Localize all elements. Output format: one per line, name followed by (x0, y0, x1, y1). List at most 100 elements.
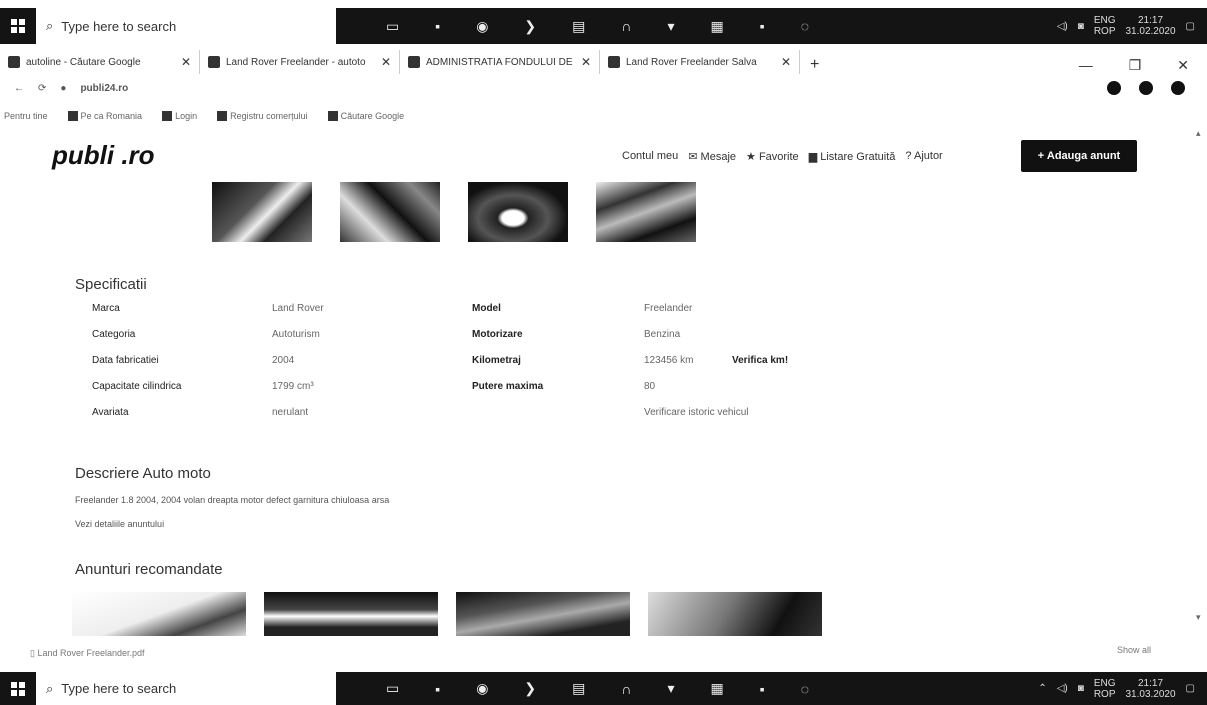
spec-label: Avariata (92, 407, 129, 418)
spec-label: Data fabricatiei (92, 355, 159, 366)
tab-3[interactable]: ADMINISTRATIA FONDULUI DE ✕ (400, 50, 600, 74)
recommended-item[interactable] (264, 592, 438, 636)
clock[interactable]: 21:17 31.03.2020 (1125, 678, 1175, 700)
start-button[interactable] (0, 672, 36, 705)
close-icon[interactable]: ✕ (581, 55, 591, 69)
nav-free-listing[interactable]: ▆ Listare Gratuită (809, 150, 896, 163)
tab-2[interactable]: Land Rover Freelander - autoto ✕ (200, 50, 400, 74)
calculator-icon[interactable]: ▦ (710, 18, 723, 35)
show-all-downloads[interactable]: Show all (1117, 645, 1151, 655)
site-logo[interactable]: publi .ro (52, 140, 155, 171)
back-icon[interactable]: ← (14, 83, 24, 94)
gallery-thumbnail[interactable] (340, 182, 440, 242)
search-icon: ⌕ (46, 680, 54, 696)
scroll-down-arrow[interactable]: ▾ (1196, 612, 1201, 623)
extension-icon[interactable] (1139, 81, 1153, 95)
notification-icon[interactable]: ▢ (1186, 683, 1195, 694)
scroll-up-arrow[interactable]: ▴ (1196, 128, 1201, 139)
recommended-item[interactable] (456, 592, 630, 636)
taskbar-search-placeholder: Type here to search (61, 18, 177, 34)
task-view-icon[interactable]: ▭ (386, 18, 399, 35)
chevron-up-icon[interactable]: ⌃ (1038, 683, 1046, 694)
top-taskbar: ⌕ Type here to search ▭ ▪ ◉ ❯ ▤ ∩ ▾ ▦ ▪ … (0, 8, 1207, 44)
network-icon[interactable]: ◙ (1078, 21, 1084, 32)
nav-help[interactable]: ? Ajutor (905, 150, 942, 163)
download-item[interactable]: ▯ Land Rover Freelander.pdf (30, 648, 145, 659)
arrow-icon[interactable]: ▾ (667, 18, 674, 35)
description-text: Freelander 1.8 2004, 2004 volan dreapta … (75, 495, 390, 505)
close-window-icon[interactable]: ✕ (1177, 57, 1189, 74)
headset-icon[interactable]: ∩ (621, 681, 631, 697)
verify-km-link[interactable]: Verifica km! (732, 355, 788, 366)
store-icon[interactable]: ▪ (435, 681, 440, 697)
tab-4[interactable]: Land Rover Freelander Salva ✕ (600, 50, 800, 74)
bookmark-item[interactable]: Registru comerțului (217, 111, 308, 122)
profile-icon[interactable] (1171, 81, 1185, 95)
nav-favorites[interactable]: ★ Favorite (746, 150, 799, 163)
gallery-thumbnail[interactable] (596, 182, 696, 242)
chrome-icon[interactable]: ◉ (476, 680, 488, 697)
spec-row: Marca Land Rover Model Freelander (92, 303, 892, 329)
recommended-item[interactable] (648, 592, 822, 636)
start-button[interactable] (0, 8, 36, 44)
tab-title: Land Rover Freelander Salva (626, 56, 757, 68)
arrow-icon[interactable]: ▾ (667, 680, 674, 697)
chrome-icon[interactable]: ◉ (476, 18, 488, 35)
clock[interactable]: 21:17 31.02.2020 (1125, 15, 1175, 37)
mail-icon[interactable]: ▤ (572, 18, 585, 35)
spec-label: Marca (92, 303, 120, 314)
volume-icon[interactable]: ◁) (1057, 21, 1068, 32)
nav-account[interactable]: Contul meu (622, 150, 678, 163)
minimize-icon[interactable]: — (1079, 57, 1093, 74)
spec-row: Data fabricatiei 2004 Kilometraj 123456 … (92, 355, 892, 381)
close-icon[interactable]: ✕ (381, 55, 391, 69)
mail-icon[interactable]: ▤ (572, 680, 585, 697)
bookmark-item[interactable]: Pe ca Romania (67, 111, 142, 122)
spec-value: 123456 km (644, 355, 694, 366)
tab-title: Land Rover Freelander - autoto (226, 56, 366, 68)
calculator-icon[interactable]: ▦ (710, 680, 723, 697)
vehicle-history-link[interactable]: Verificare istoric vehicul (644, 407, 748, 418)
taskbar-search-placeholder: Type here to search (61, 681, 177, 696)
description-more-link[interactable]: Vezi detaliile anuntului (75, 519, 164, 529)
description-title: Descriere Auto moto (75, 465, 211, 482)
add-listing-button[interactable]: + Adauga anunt (1021, 140, 1137, 172)
envelope-icon: ✉ (688, 151, 701, 163)
tab-1[interactable]: autoline - Căutare Google ✕ (0, 50, 200, 74)
maximize-icon[interactable]: ❐ (1129, 57, 1142, 74)
gallery-thumbnail[interactable] (212, 182, 312, 242)
taskbar-search[interactable]: ⌕ Type here to search (36, 8, 336, 44)
volume-icon[interactable]: ◁) (1057, 683, 1068, 694)
notification-icon[interactable]: ▢ (1186, 21, 1195, 32)
new-tab-button[interactable]: + (800, 56, 829, 74)
url-field[interactable]: publi24.ro (80, 83, 1093, 94)
close-icon[interactable]: ✕ (181, 55, 191, 69)
bookmark-item[interactable]: Pentru tine (4, 111, 48, 121)
browser-icon[interactable]: ◌ (801, 681, 809, 697)
settings-icon[interactable]: ❯ (524, 680, 536, 697)
gallery-thumbnail[interactable] (468, 182, 568, 242)
word-icon[interactable]: ▪ (760, 18, 765, 34)
headset-icon[interactable]: ∩ (621, 18, 631, 34)
spec-value: 80 (644, 381, 656, 392)
search-icon: ⌕ (46, 18, 54, 33)
word-icon[interactable]: ▪ (760, 681, 765, 697)
settings-icon[interactable]: ❯ (524, 18, 536, 35)
spec-value: Freelander (644, 303, 693, 314)
bookmark-item[interactable]: Login (162, 111, 197, 122)
nav-messages[interactable]: ✉ Mesaje (688, 150, 736, 163)
browser-icon[interactable]: ◌ (801, 18, 809, 34)
opera-icon[interactable] (1107, 81, 1121, 95)
network-icon[interactable]: ◙ (1078, 683, 1084, 694)
language-indicator[interactable]: ENG ROP (1094, 678, 1116, 700)
task-view-icon[interactable]: ▭ (386, 680, 399, 697)
recommended-item[interactable] (72, 592, 246, 636)
close-icon[interactable]: ✕ (781, 55, 791, 69)
bookmark-item[interactable]: Căutare Google (327, 111, 404, 122)
reload-icon[interactable]: ⟳ (38, 83, 46, 94)
language-indicator[interactable]: ENG ROP (1094, 15, 1116, 37)
spec-value: nerulant (272, 407, 309, 418)
star-icon: ★ (746, 151, 759, 163)
taskbar-search[interactable]: ⌕ Type here to search (36, 672, 336, 705)
store-icon[interactable]: ▪ (435, 18, 440, 34)
